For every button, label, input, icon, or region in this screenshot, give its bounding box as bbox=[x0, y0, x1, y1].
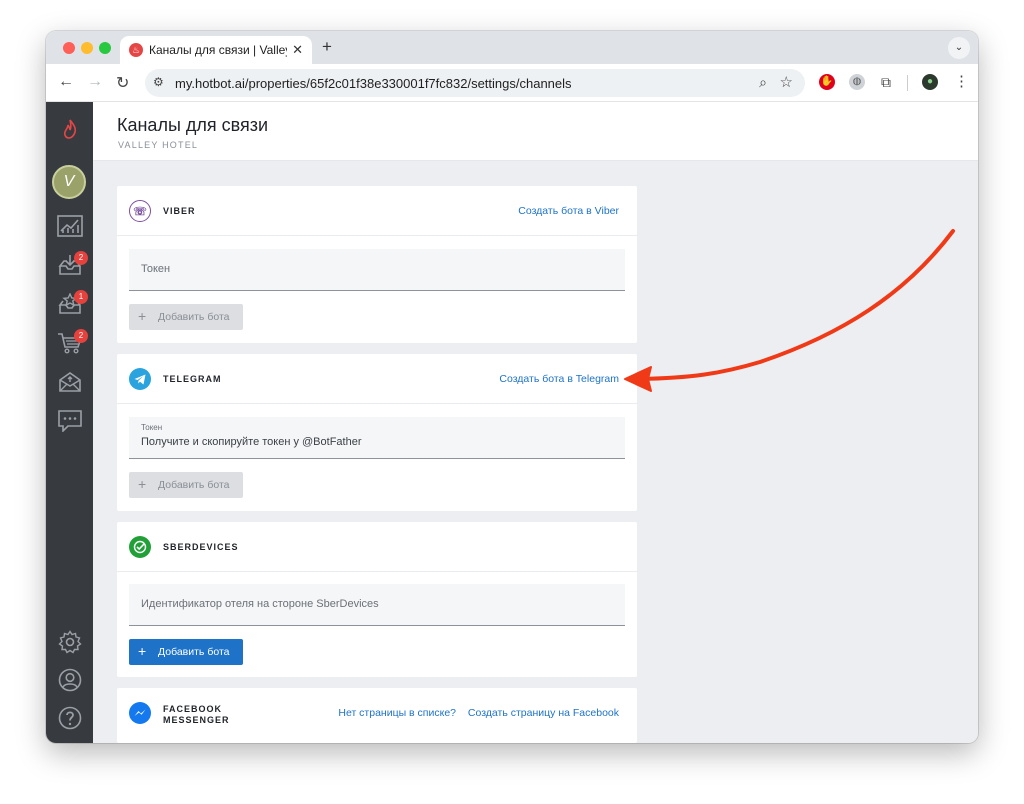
browser-toolbar: ← → ↻ ⚙ my.hotbot.ai/properties/65f2c01f… bbox=[46, 64, 978, 102]
facebook-page-missing-link[interactable]: Нет страницы в списке? bbox=[338, 707, 456, 719]
viber-icon: ☏ bbox=[129, 200, 151, 222]
tab-bar: ♨ Каналы для связи | Valley Ho ✕ + ⌄ bbox=[46, 31, 978, 64]
plus-icon: + bbox=[138, 643, 147, 659]
viber-token-placeholder: Токен bbox=[141, 263, 171, 275]
sberdevices-icon bbox=[129, 536, 151, 558]
bookmark-star-icon[interactable]: ☆ bbox=[780, 73, 793, 91]
page-header: Каналы для связи VALLEY HOTEL bbox=[93, 102, 978, 161]
forward-arrow-icon[interactable]: → bbox=[87, 73, 103, 91]
address-bar[interactable]: ⚙ my.hotbot.ai/properties/65f2c01f38e330… bbox=[145, 69, 805, 97]
facebook-name-line2: MESSENGER bbox=[163, 715, 230, 725]
chat-bubble-icon[interactable] bbox=[56, 410, 83, 437]
page-title: Каналы для связи bbox=[117, 115, 269, 135]
create-viber-bot-link[interactable]: Создать бота в Viber bbox=[518, 205, 619, 217]
globe-extension-icon[interactable]: ◍ bbox=[849, 74, 865, 90]
viber-add-bot-label: Добавить бота bbox=[158, 311, 230, 323]
new-tab-button[interactable]: + bbox=[322, 37, 332, 57]
url-text[interactable]: my.hotbot.ai/properties/65f2c01f38e33000… bbox=[175, 76, 572, 91]
create-facebook-page-link[interactable]: Создать страницу на Facebook bbox=[468, 707, 619, 719]
minimize-window-button[interactable] bbox=[81, 42, 93, 54]
extensions-puzzle-icon[interactable]: ⧉ bbox=[878, 74, 894, 90]
browser-menu-icon[interactable]: ⋮ bbox=[954, 72, 969, 90]
viber-card-header: ☏ VIBER Создать бота в Viber bbox=[117, 186, 637, 236]
browser-window: ♨ Каналы для связи | Valley Ho ✕ + ⌄ ← →… bbox=[46, 31, 978, 743]
facebook-card-header: FACEBOOK MESSENGER Нет страницы в списке… bbox=[117, 688, 637, 738]
sberdevices-card: SBERDEVICES Идентификатор отеля на сторо… bbox=[117, 522, 637, 677]
back-arrow-icon[interactable]: ← bbox=[58, 73, 74, 91]
viber-card: ☏ VIBER Создать бота в Viber Токен + Доб… bbox=[117, 186, 637, 343]
viber-add-bot-button[interactable]: + Добавить бота bbox=[129, 304, 243, 330]
orders-badge: 2 bbox=[74, 329, 88, 343]
plus-icon: + bbox=[138, 308, 147, 324]
messenger-icon bbox=[129, 702, 151, 724]
facebook-channel-name: FACEBOOK MESSENGER bbox=[163, 704, 230, 726]
profile-avatar-icon[interactable]: ● bbox=[922, 74, 938, 90]
app-area: V 2 1 2 Каналы для связи VALLEY HOTEL ☏ … bbox=[46, 102, 978, 743]
telegram-channel-name: TELEGRAM bbox=[163, 374, 222, 384]
mailing-envelope-icon[interactable] bbox=[56, 371, 83, 398]
property-name: VALLEY HOTEL bbox=[118, 140, 199, 150]
property-avatar[interactable]: V bbox=[52, 165, 86, 199]
plus-icon: + bbox=[138, 476, 147, 492]
settings-gear-icon[interactable] bbox=[56, 630, 83, 657]
reviews-badge: 1 bbox=[74, 290, 88, 304]
help-question-icon[interactable] bbox=[56, 706, 83, 733]
viber-token-input[interactable]: Токен bbox=[129, 249, 625, 291]
telegram-token-hint: Получите и скопируйте токен у @BotFather bbox=[141, 436, 362, 448]
maximize-window-button[interactable] bbox=[99, 42, 111, 54]
telegram-card-header: TELEGRAM Создать бота в Telegram bbox=[117, 354, 637, 404]
site-settings-icon[interactable]: ⚙ bbox=[153, 75, 164, 89]
sberdevices-add-bot-button[interactable]: + Добавить бота bbox=[129, 639, 243, 665]
adblock-extension-icon[interactable]: ✋ bbox=[819, 74, 835, 90]
create-telegram-bot-link[interactable]: Создать бота в Telegram bbox=[499, 373, 619, 385]
tab-search-button[interactable]: ⌄ bbox=[948, 37, 970, 59]
sidebar: V 2 1 2 bbox=[46, 102, 93, 743]
sberdevices-add-bot-label: Добавить бота bbox=[158, 646, 230, 658]
telegram-token-input[interactable]: Токен Получите и скопируйте токен у @Bot… bbox=[129, 417, 625, 459]
hotbot-favicon-icon: ♨ bbox=[129, 43, 143, 57]
close-window-button[interactable] bbox=[63, 42, 75, 54]
sberdevices-hotel-id-input[interactable]: Идентификатор отеля на стороне SberDevic… bbox=[129, 584, 625, 626]
hotbot-logo-icon[interactable] bbox=[56, 118, 83, 145]
sberdevices-card-header: SBERDEVICES bbox=[117, 522, 637, 572]
telegram-icon bbox=[129, 368, 151, 390]
tab-close-icon[interactable]: ✕ bbox=[292, 42, 303, 58]
sberdevices-channel-name: SBERDEVICES bbox=[163, 542, 239, 552]
facebook-name-line1: FACEBOOK bbox=[163, 704, 223, 714]
telegram-token-label: Токен bbox=[141, 423, 163, 432]
sberdevices-id-placeholder: Идентификатор отеля на стороне SberDevic… bbox=[141, 598, 379, 610]
inbox-badge: 2 bbox=[74, 251, 88, 265]
reload-icon[interactable]: ↻ bbox=[116, 73, 129, 93]
tab-title: Каналы для связи | Valley Ho bbox=[149, 43, 287, 57]
zoom-icon[interactable]: ⌕ bbox=[759, 74, 767, 91]
telegram-add-bot-label: Добавить бота bbox=[158, 479, 230, 491]
toolbar-divider bbox=[907, 75, 908, 91]
user-profile-icon[interactable] bbox=[56, 668, 83, 695]
telegram-card: TELEGRAM Создать бота в Telegram Токен П… bbox=[117, 354, 637, 511]
viber-channel-name: VIBER bbox=[163, 206, 196, 216]
facebook-messenger-card: FACEBOOK MESSENGER Нет страницы в списке… bbox=[117, 688, 637, 743]
browser-tab[interactable]: ♨ Каналы для связи | Valley Ho ✕ bbox=[120, 36, 312, 64]
telegram-add-bot-button[interactable]: + Добавить бота bbox=[129, 472, 243, 498]
analytics-chart-icon[interactable] bbox=[56, 215, 83, 242]
